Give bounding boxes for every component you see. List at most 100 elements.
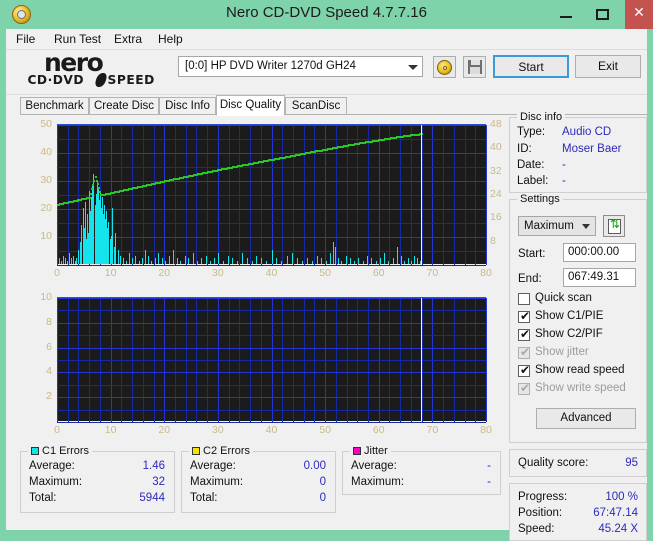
checkbox-label: Show C2/PIF (535, 328, 603, 340)
chart-bar (242, 253, 243, 264)
advanced-button[interactable]: Advanced (536, 408, 636, 429)
chevron-down-icon (582, 224, 590, 229)
drive-select[interactable]: [0:0] HP DVD Writer 1270d GH24 (178, 56, 423, 77)
save-button[interactable] (463, 56, 486, 78)
jitter-average-value: - (487, 460, 491, 472)
disc-type-value: Audio CD (562, 126, 612, 138)
chart-bar (346, 256, 347, 264)
maximize-button[interactable] (588, 0, 618, 29)
y-axis-tick: 50 (40, 118, 52, 130)
checkbox-box: ✔ (518, 363, 531, 377)
chart-bar (76, 258, 77, 264)
chart-bar (335, 247, 336, 264)
nero-subtitle-left: CD·DVD (27, 73, 85, 87)
c1-average-value: 1.46 (142, 460, 165, 472)
chart-bar (281, 261, 282, 264)
x-axis-tick: 70 (426, 267, 439, 279)
title-bar: Nero CD-DVD Speed 4.7.7.16 ✕ (0, 0, 653, 29)
quality-score-value: 95 (625, 457, 638, 469)
tab-disc-quality[interactable]: Disc Quality (216, 95, 285, 116)
chart-bar (180, 261, 181, 264)
quality-score-group: Quality score: 95 (509, 449, 647, 477)
chart-bar (214, 258, 215, 264)
menu-item-run-test[interactable]: Run Test (50, 32, 105, 46)
chart-bar (292, 253, 293, 264)
disc-quality-panel: 10 20 30 40 50 8 16 24 32 40 48 0 10 20 30 40 50 60 70 80 2… (6, 111, 647, 541)
speed-line-point (95, 179, 98, 182)
y-axis-tick: 4 (46, 365, 52, 378)
c1-stats-legend: C1 Errors (28, 445, 93, 457)
x-axis-tick: 40 (265, 424, 278, 436)
c1-average-label: Average: (29, 460, 75, 472)
disc-info-legend: Disc info (517, 111, 566, 123)
chart-bar (67, 261, 68, 264)
c1-maximum-value: 32 (152, 476, 165, 488)
app-window: Nero CD-DVD Speed 4.7.7.16 ✕ File Run Te… (0, 0, 653, 541)
refresh-icon (608, 217, 621, 234)
speed-select[interactable]: Maximum (518, 216, 596, 236)
chart-bar (201, 258, 202, 264)
settings-legend: Settings (517, 193, 563, 205)
chart-bar (135, 256, 136, 264)
close-button[interactable]: ✕ (625, 0, 653, 29)
maximize-icon (596, 9, 609, 20)
end-time-value: 067:49.31 (568, 271, 620, 283)
drive-select-value: [0:0] HP DVD Writer 1270d GH24 (185, 60, 356, 72)
chart-bar (59, 258, 60, 264)
end-time-input[interactable]: 067:49.31 (563, 268, 636, 287)
chart-bar (126, 261, 127, 264)
c2-errors-stats: C2 Errors Average: 0.00 Maximum: 0 Total… (181, 445, 336, 513)
checkbox-label: Show C1/PIE (535, 310, 604, 322)
chart-bar (223, 261, 224, 264)
settings-group: Settings Maximum Start: 000:00.00 End: 0… (509, 193, 647, 443)
chart-bar (63, 256, 64, 264)
speed-line-point (92, 184, 95, 187)
chart-bar (237, 261, 238, 264)
close-icon: ✕ (633, 4, 645, 20)
start-button[interactable]: Start (493, 55, 569, 78)
chart-bar (228, 256, 229, 264)
tab-benchmark[interactable]: Benchmark (20, 97, 89, 115)
c1-total-label: Total: (29, 492, 57, 504)
chart-bar (380, 258, 381, 264)
progress-group: Progress: 100 % Position: 67:47.14 Speed… (509, 483, 647, 541)
chart-bar (397, 247, 398, 264)
menu-item-file[interactable]: File (12, 32, 39, 46)
chart-bar (148, 256, 149, 264)
c1-color-swatch (31, 447, 39, 455)
refresh-button[interactable] (603, 215, 625, 237)
exit-button[interactable]: Exit (575, 55, 641, 78)
chart-bar (414, 256, 415, 264)
chart-bar (363, 261, 364, 264)
disc-id-value: Moser Baer (562, 143, 622, 155)
checkbox-box: ✔ (518, 345, 531, 359)
chart-bar (411, 261, 412, 264)
position-cursor (421, 298, 422, 422)
tab-create-disc[interactable]: Create Disc (89, 97, 159, 115)
chart-bar (287, 256, 288, 264)
grid-line (486, 298, 487, 422)
grid-line (57, 265, 486, 266)
chart-bar (404, 261, 405, 264)
chart-bar (118, 250, 119, 264)
chart-bar (132, 258, 133, 264)
disc-label-label: Label: (517, 175, 549, 187)
y-axis-tick: 10 (40, 230, 52, 242)
menu-item-help[interactable]: Help (154, 32, 187, 46)
tab-scandisc[interactable]: ScanDisc (285, 97, 347, 115)
tab-disc-info[interactable]: Disc Info (159, 97, 216, 115)
chart-bar (307, 258, 308, 264)
disc-date-label: Date: (517, 159, 545, 171)
minimize-button[interactable] (551, 0, 581, 29)
menu-item-extra[interactable]: Extra (110, 32, 146, 46)
start-time-input[interactable]: 000:00.00 (563, 243, 636, 262)
checkbox-label: Show write speed (535, 382, 626, 394)
disc-id-label: ID: (517, 143, 532, 155)
speed-line-point (98, 190, 101, 193)
chart-bar (162, 258, 163, 264)
chart-bar (272, 250, 273, 264)
disc-info-button[interactable] (433, 56, 456, 78)
c2-legend-text: C2 Errors (203, 445, 251, 457)
c2-stats-legend: C2 Errors (189, 445, 254, 457)
c1-total-value: 5944 (139, 492, 165, 504)
